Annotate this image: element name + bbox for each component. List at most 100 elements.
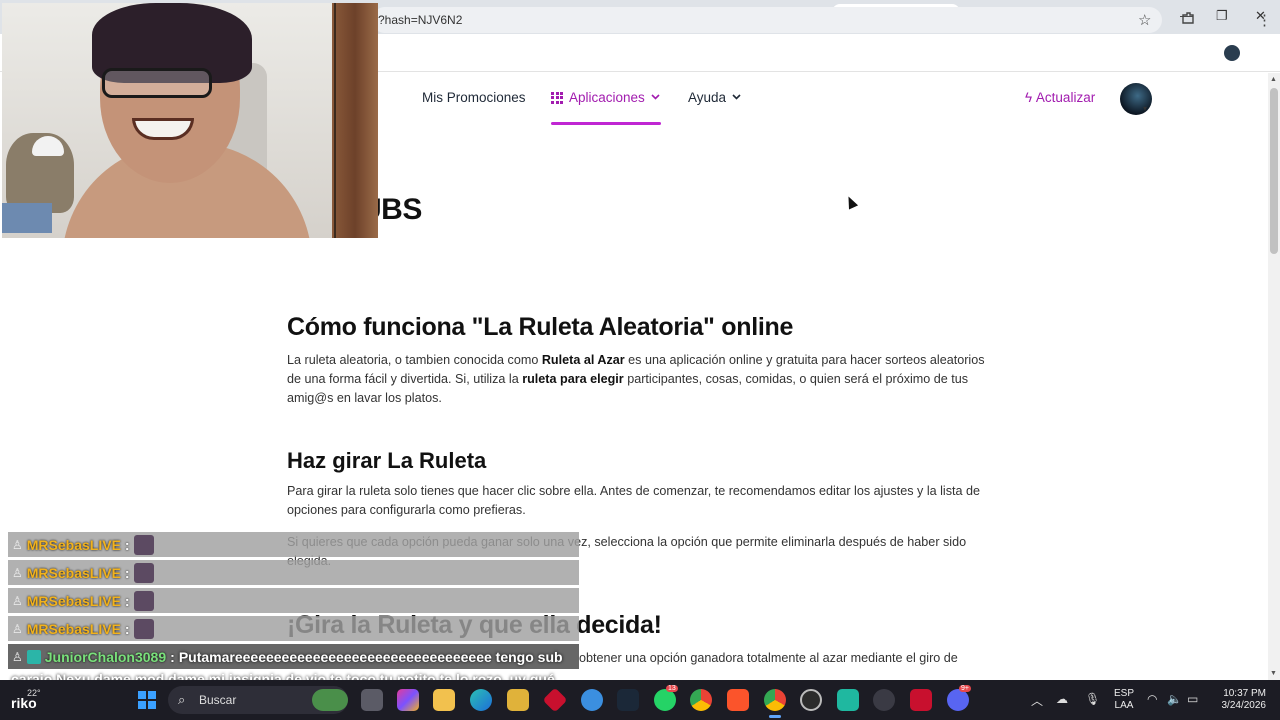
discord-badge: 9+ bbox=[959, 685, 971, 692]
maximize-button[interactable]: ❐ bbox=[1216, 8, 1228, 24]
file-explorer-icon[interactable] bbox=[433, 689, 455, 711]
chat-colon: : bbox=[124, 564, 130, 581]
update-link[interactable]: ϟ Actualizar bbox=[1025, 90, 1095, 105]
webcam-blanket bbox=[2, 203, 52, 233]
app-icon[interactable] bbox=[873, 689, 895, 711]
whatsapp-badge: 13 bbox=[666, 685, 678, 692]
chat-colon: : bbox=[124, 620, 130, 637]
lightning-icon: ϟ bbox=[1025, 90, 1033, 105]
chat-colon: : bbox=[124, 592, 130, 609]
steam-icon[interactable] bbox=[617, 689, 639, 711]
apps-grid-icon bbox=[551, 91, 563, 104]
chrome-active-icon[interactable] bbox=[764, 689, 786, 711]
chat-emote-icon bbox=[133, 534, 154, 555]
task-view-icon[interactable] bbox=[361, 689, 383, 711]
active-nav-underline bbox=[551, 122, 661, 125]
nav-label: Ayuda bbox=[688, 90, 727, 105]
webcam-overlay bbox=[2, 3, 378, 238]
url-field[interactable] bbox=[372, 7, 1162, 33]
volume-icon[interactable]: 🔈 bbox=[1167, 692, 1182, 706]
chrome-icon[interactable] bbox=[690, 689, 712, 711]
screen: ed b✕Mejores títulos p✕Stream - Kick Da✕… bbox=[0, 0, 1280, 720]
section-paragraph: obtener una opción ganadora totalmente a… bbox=[579, 651, 958, 665]
chat-username: JuniorChalon3089 bbox=[44, 648, 167, 665]
language-layout: LAA bbox=[1114, 700, 1134, 711]
chat-badge-icon: ♙ bbox=[12, 593, 23, 608]
clock[interactable]: 10:37 PM 3/24/2026 bbox=[1214, 688, 1267, 712]
chat-emote-icon bbox=[133, 590, 154, 611]
webcam-door-edge bbox=[334, 3, 336, 238]
section-heading-haz-girar: Haz girar La Ruleta bbox=[287, 448, 487, 473]
chat-message: ♙ MRSebasLIVE : bbox=[8, 532, 579, 557]
chat-badge-icon: ♙ bbox=[12, 621, 23, 636]
widgets-icon[interactable] bbox=[312, 689, 348, 711]
onedrive-icon[interactable]: ☁ bbox=[1056, 692, 1068, 706]
section-paragraph: Para girar la ruleta solo tienes que hac… bbox=[287, 484, 981, 517]
chevron-down-icon bbox=[651, 92, 660, 103]
nav-label: Mis Promociones bbox=[422, 90, 526, 105]
webcam-glasses bbox=[102, 68, 212, 98]
battery-icon[interactable]: ▭ bbox=[1187, 692, 1198, 706]
chat-username: MRSebasLIVE bbox=[26, 564, 121, 581]
chevron-down-icon bbox=[732, 92, 741, 103]
webcam-door bbox=[332, 3, 378, 238]
chat-username: MRSebasLIVE bbox=[26, 536, 121, 553]
chat-username: MRSebasLIVE bbox=[26, 592, 121, 609]
paragraph-text: La ruleta aleatoria, o tambien conocida … bbox=[287, 353, 542, 367]
nav-ayuda[interactable]: Ayuda bbox=[688, 90, 741, 105]
microphone-icon[interactable]: 🎙 bbox=[1085, 692, 1100, 706]
clock-date: 3/24/2026 bbox=[1221, 700, 1267, 711]
star-icon[interactable]: ☆ bbox=[1138, 11, 1151, 29]
update-label: Actualizar bbox=[1035, 90, 1096, 105]
menu-icon[interactable]: ⋮ bbox=[1257, 11, 1272, 29]
chat-message: ♙ MRSebasLIVE : bbox=[8, 616, 579, 641]
nav-label: Aplicaciones bbox=[569, 90, 645, 105]
chat-badge-icon: ♙ bbox=[12, 537, 23, 552]
taskbar-search-placeholder[interactable]: Buscar bbox=[199, 693, 236, 707]
chat-username: MRSebasLIVE bbox=[26, 620, 121, 637]
chat-emote-icon bbox=[133, 562, 154, 583]
office-icon[interactable] bbox=[397, 689, 419, 711]
kick-icon[interactable] bbox=[837, 689, 859, 711]
wifi-icon[interactable]: ◠ bbox=[1147, 692, 1157, 706]
chat-message: ♙ MRSebasLIVE : bbox=[8, 588, 579, 613]
extensions-icon[interactable] bbox=[1181, 11, 1195, 29]
chat-colon: : bbox=[170, 648, 175, 665]
chat-text: Putamareeeeeeeeeeeeeeeeeeeeeeeeeeeeeeeee… bbox=[178, 648, 563, 665]
obs-icon[interactable] bbox=[800, 689, 822, 711]
input-language[interactable]: ESP LAA bbox=[1114, 688, 1134, 712]
nav-aplicaciones[interactable]: Aplicaciones bbox=[551, 90, 660, 105]
store-icon[interactable] bbox=[507, 689, 529, 711]
chat-emote-icon bbox=[133, 618, 154, 639]
profile-icon[interactable] bbox=[1224, 45, 1240, 61]
chat-badge-icon: ♙ bbox=[12, 649, 23, 664]
nav-mis-promociones[interactable]: Mis Promociones bbox=[422, 90, 526, 105]
section-paragraph: La ruleta aleatoria, o tambien conocida … bbox=[287, 351, 987, 408]
bold-text: ruleta para elegir bbox=[522, 372, 624, 386]
tray-chevron-up-icon[interactable]: ︿ bbox=[1031, 692, 1043, 709]
scroll-up-icon[interactable]: ▲ bbox=[1270, 76, 1277, 83]
discord-icon[interactable] bbox=[947, 689, 969, 711]
language-code: ESP bbox=[1114, 688, 1135, 699]
chat-badge-icon: ♙ bbox=[12, 565, 23, 580]
avatar-chevron-icon[interactable]: ▾ bbox=[1143, 104, 1147, 113]
clock-time: 10:37 PM bbox=[1223, 688, 1266, 699]
scroll-down-icon[interactable]: ▼ bbox=[1270, 670, 1277, 677]
weather-widget-label[interactable]: riko bbox=[11, 695, 37, 711]
red-square-icon[interactable] bbox=[910, 689, 932, 711]
windows-start-icon[interactable] bbox=[138, 691, 156, 709]
user-avatar[interactable] bbox=[1120, 83, 1152, 115]
scrollbar-thumb[interactable] bbox=[1270, 88, 1278, 254]
url-text[interactable]: ?hash=NJV6N2 bbox=[378, 13, 462, 27]
brave-icon[interactable] bbox=[727, 689, 749, 711]
bold-text: Ruleta al Azar bbox=[541, 353, 625, 367]
section-heading-como-funciona: Cómo funciona "La Ruleta Aleatoria" onli… bbox=[287, 313, 794, 341]
mouse-cursor bbox=[843, 194, 859, 210]
chat-sub-badge-icon bbox=[26, 649, 41, 664]
edge-icon[interactable] bbox=[470, 689, 492, 711]
chat-message: ♙ MRSebasLIVE : bbox=[8, 560, 579, 585]
chat-message: ♙ JuniorChalon3089 : Putamareeeeeeeeeeee… bbox=[8, 644, 579, 669]
whatsapp-icon[interactable] bbox=[654, 689, 676, 711]
search-icon: ⌕ bbox=[178, 692, 186, 707]
phone-link-icon[interactable] bbox=[581, 689, 603, 711]
